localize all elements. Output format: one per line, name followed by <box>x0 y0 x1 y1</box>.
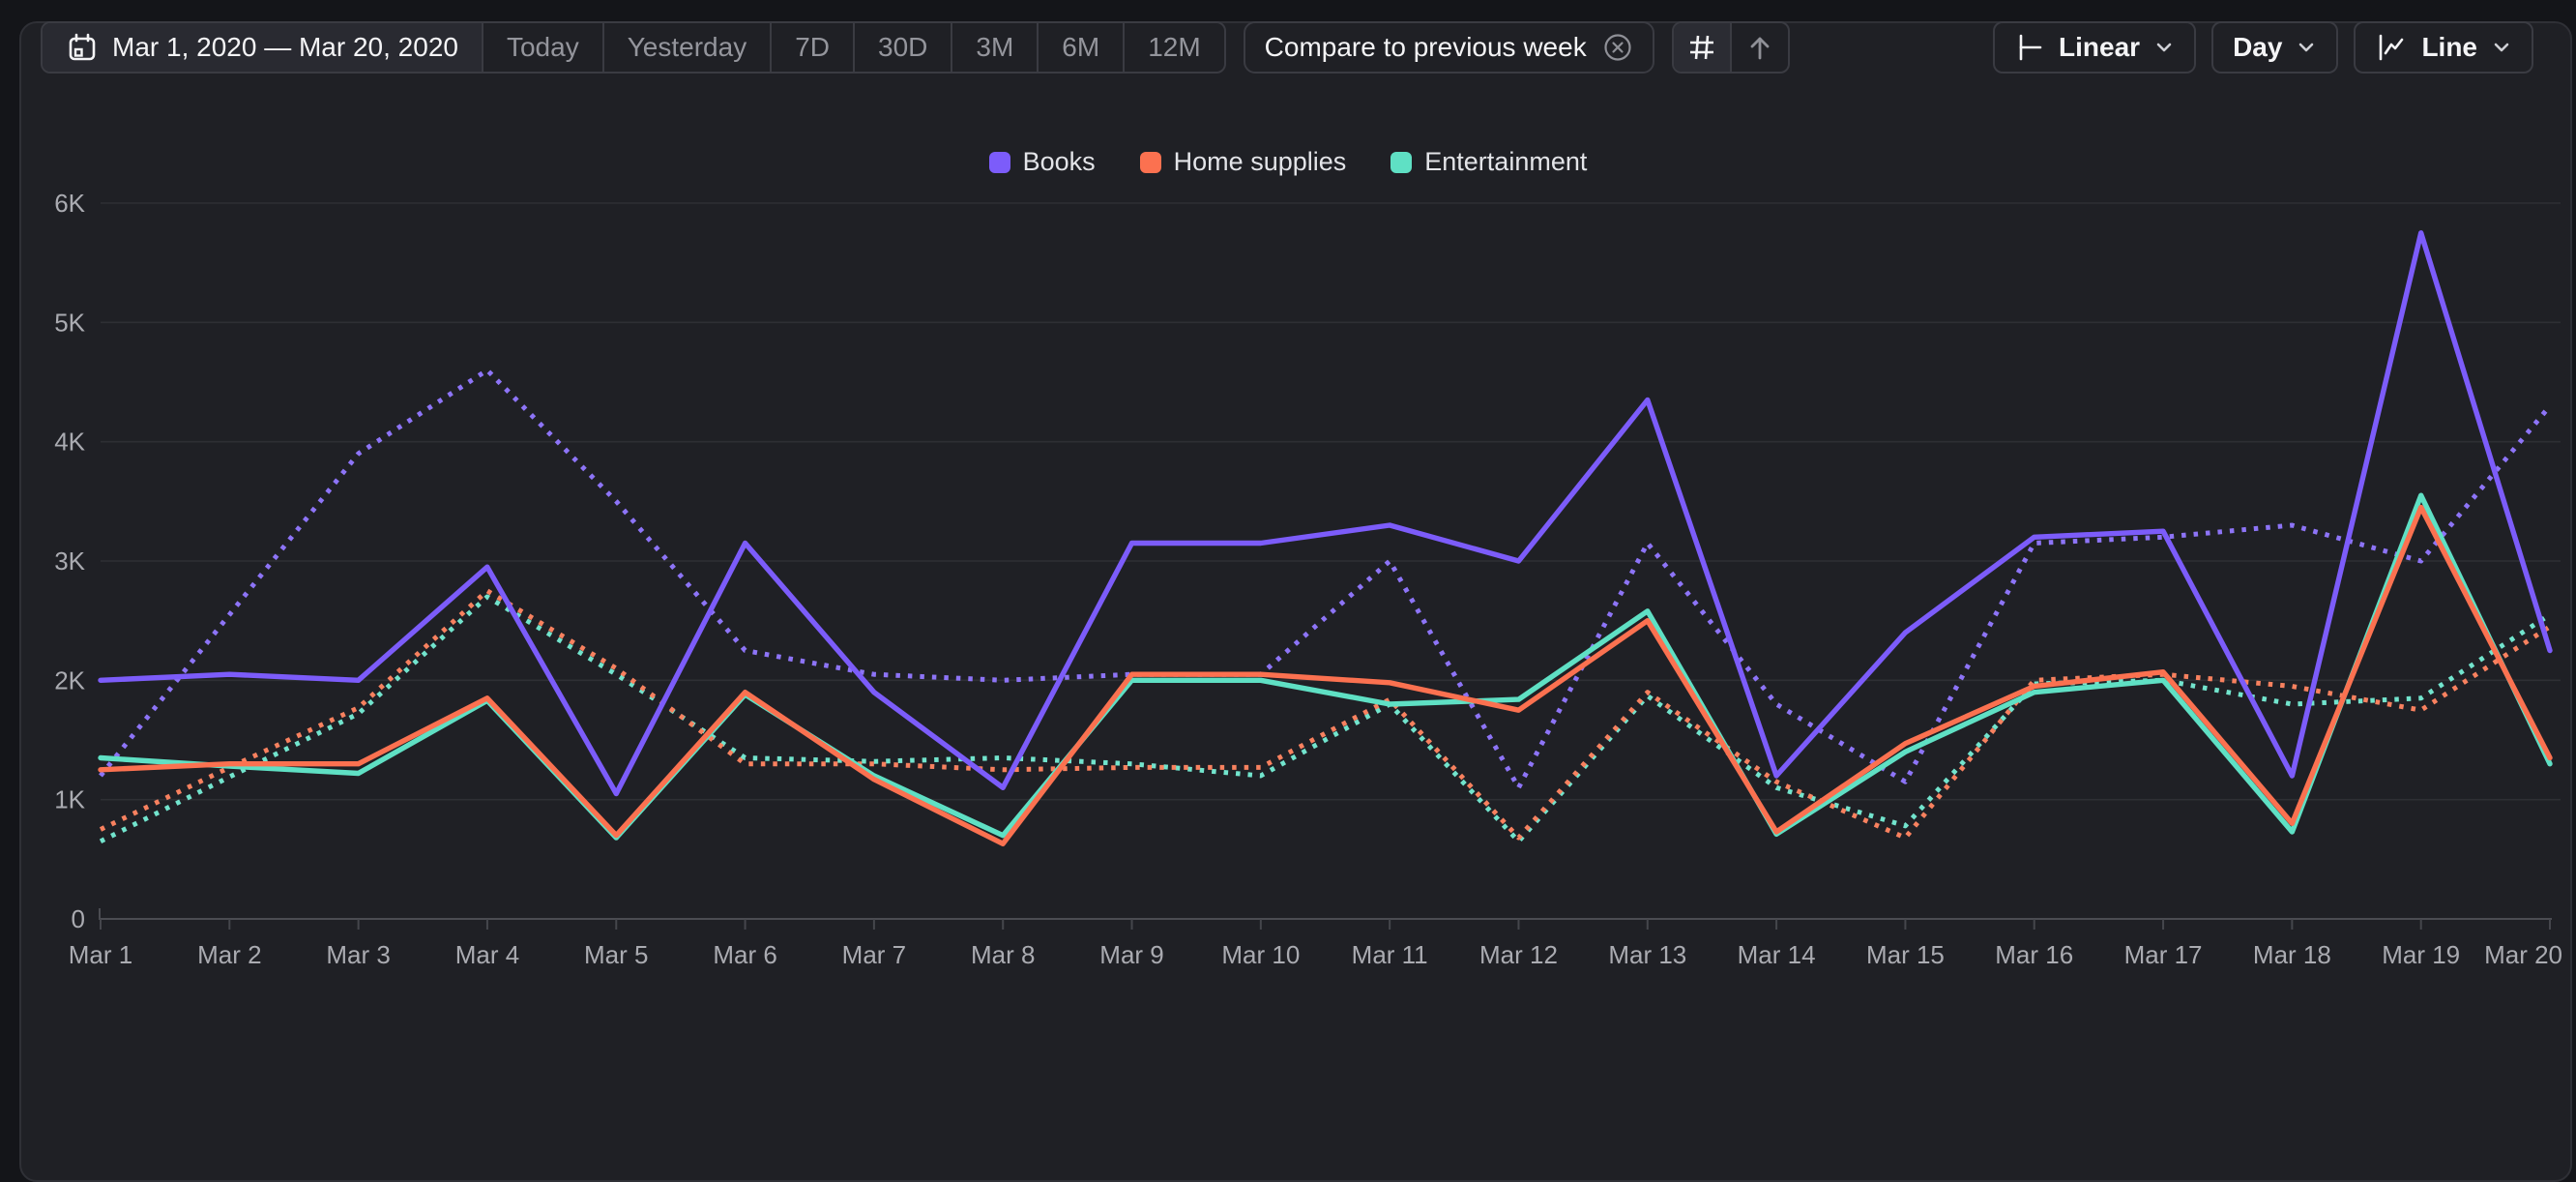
legend-label: Home supplies <box>1174 147 1347 177</box>
date-preset-segmented-control: Mar 1, 2020 — Mar 20, 2020 Today Yesterd… <box>41 21 1226 74</box>
x-axis-tick-label: Mar 11 <box>1352 940 1428 969</box>
y-axis-tick-label: 2K <box>54 665 85 694</box>
y-axis-tick-label: 4K <box>54 428 85 457</box>
preset-button-7d[interactable]: 7D <box>770 23 853 72</box>
linear-scale-icon <box>2014 32 2045 63</box>
y-axis-tick-label: 0 <box>72 904 85 933</box>
x-axis-tick-label: Mar 9 <box>1099 940 1163 969</box>
x-axis-tick-label: Mar 17 <box>2124 940 2203 969</box>
entertainment-swatch-icon <box>1390 152 1412 173</box>
chart-legend: Books Home supplies Entertainment <box>0 147 2576 177</box>
y-axis-tick-label: 1K <box>54 785 85 814</box>
x-axis-tick-label: Mar 3 <box>326 940 390 969</box>
x-axis-tick-label: Mar 4 <box>455 940 519 969</box>
preset-button-6m[interactable]: 6M <box>1037 23 1123 72</box>
chevron-down-icon <box>2153 37 2175 58</box>
x-axis-tick-label: Mar 10 <box>1221 940 1300 969</box>
date-range-label: Mar 1, 2020 — Mar 20, 2020 <box>112 32 458 63</box>
grid-icon <box>1686 32 1717 63</box>
home-supplies-swatch-icon <box>1140 152 1161 173</box>
toolbar-right-group: Linear Day Line <box>1993 21 2533 74</box>
legend-item-home-supplies[interactable]: Home supplies <box>1140 147 1347 177</box>
date-range-button[interactable]: Mar 1, 2020 — Mar 20, 2020 <box>43 23 482 72</box>
series-line-books-previous <box>101 370 2550 788</box>
x-axis-tick-label: Mar 20 <box>2484 940 2562 969</box>
preset-button-30d[interactable]: 30D <box>853 23 951 72</box>
x-axis-tick-label: Mar 13 <box>1608 940 1686 969</box>
preset-button-yesterday[interactable]: Yesterday <box>602 23 771 72</box>
x-axis-tick-label: Mar 6 <box>713 940 776 969</box>
x-axis-tick-label: Mar 8 <box>971 940 1035 969</box>
series-line-home-supplies <box>101 508 2550 844</box>
x-axis-tick-label: Mar 19 <box>2382 940 2460 969</box>
books-swatch-icon <box>989 152 1010 173</box>
line-chart-icon <box>2375 32 2408 63</box>
preset-button-12m[interactable]: 12M <box>1123 23 1223 72</box>
preset-button-3m[interactable]: 3M <box>951 23 1037 72</box>
compare-toggle-button[interactable]: Compare to previous week <box>1244 21 1654 74</box>
x-axis-tick-label: Mar 5 <box>584 940 648 969</box>
chevron-down-icon <box>2296 37 2317 58</box>
granularity-label: Day <box>2233 32 2282 63</box>
x-axis-tick-label: Mar 15 <box>1866 940 1945 969</box>
series-line-entertainment <box>101 495 2550 838</box>
toolbar: Mar 1, 2020 — Mar 20, 2020 Today Yesterd… <box>41 21 2533 74</box>
chart-type-label: Line <box>2421 32 2477 63</box>
grid-export-segmented-control <box>1672 21 1790 74</box>
legend-item-entertainment[interactable]: Entertainment <box>1390 147 1587 177</box>
scale-label: Linear <box>2059 32 2140 63</box>
compare-label: Compare to previous week <box>1265 32 1587 63</box>
x-axis-tick-label: Mar 18 <box>2253 940 2331 969</box>
x-axis-tick-label: Mar 14 <box>1738 940 1816 969</box>
legend-label: Entertainment <box>1424 147 1587 177</box>
series-line-entertainment-previous <box>101 597 2550 842</box>
calendar-icon <box>66 31 99 64</box>
remove-compare-icon[interactable] <box>1602 32 1633 63</box>
x-axis-tick-label: Mar 1 <box>69 940 132 969</box>
y-axis-tick-label: 3K <box>54 547 85 576</box>
x-axis-tick-label: Mar 12 <box>1479 940 1558 969</box>
x-axis-tick-label: Mar 2 <box>197 940 261 969</box>
preset-button-today[interactable]: Today <box>482 23 602 72</box>
chart-type-dropdown[interactable]: Line <box>2354 21 2533 74</box>
y-axis-tick-label: 5K <box>54 308 85 337</box>
x-axis-tick-label: Mar 16 <box>1995 940 2073 969</box>
grid-toggle-button[interactable] <box>1674 23 1730 72</box>
export-button[interactable] <box>1730 23 1788 72</box>
chevron-down-icon <box>2491 37 2512 58</box>
x-axis-tick-label: Mar 7 <box>842 940 906 969</box>
legend-label: Books <box>1023 147 1096 177</box>
arrow-up-icon <box>1744 32 1775 63</box>
legend-item-books[interactable]: Books <box>989 147 1096 177</box>
y-axis-tick-label: 6K <box>54 189 85 218</box>
toolbar-left-group: Mar 1, 2020 — Mar 20, 2020 Today Yesterd… <box>41 21 1790 74</box>
scale-dropdown[interactable]: Linear <box>1993 21 2196 74</box>
granularity-dropdown[interactable]: Day <box>2211 21 2338 74</box>
